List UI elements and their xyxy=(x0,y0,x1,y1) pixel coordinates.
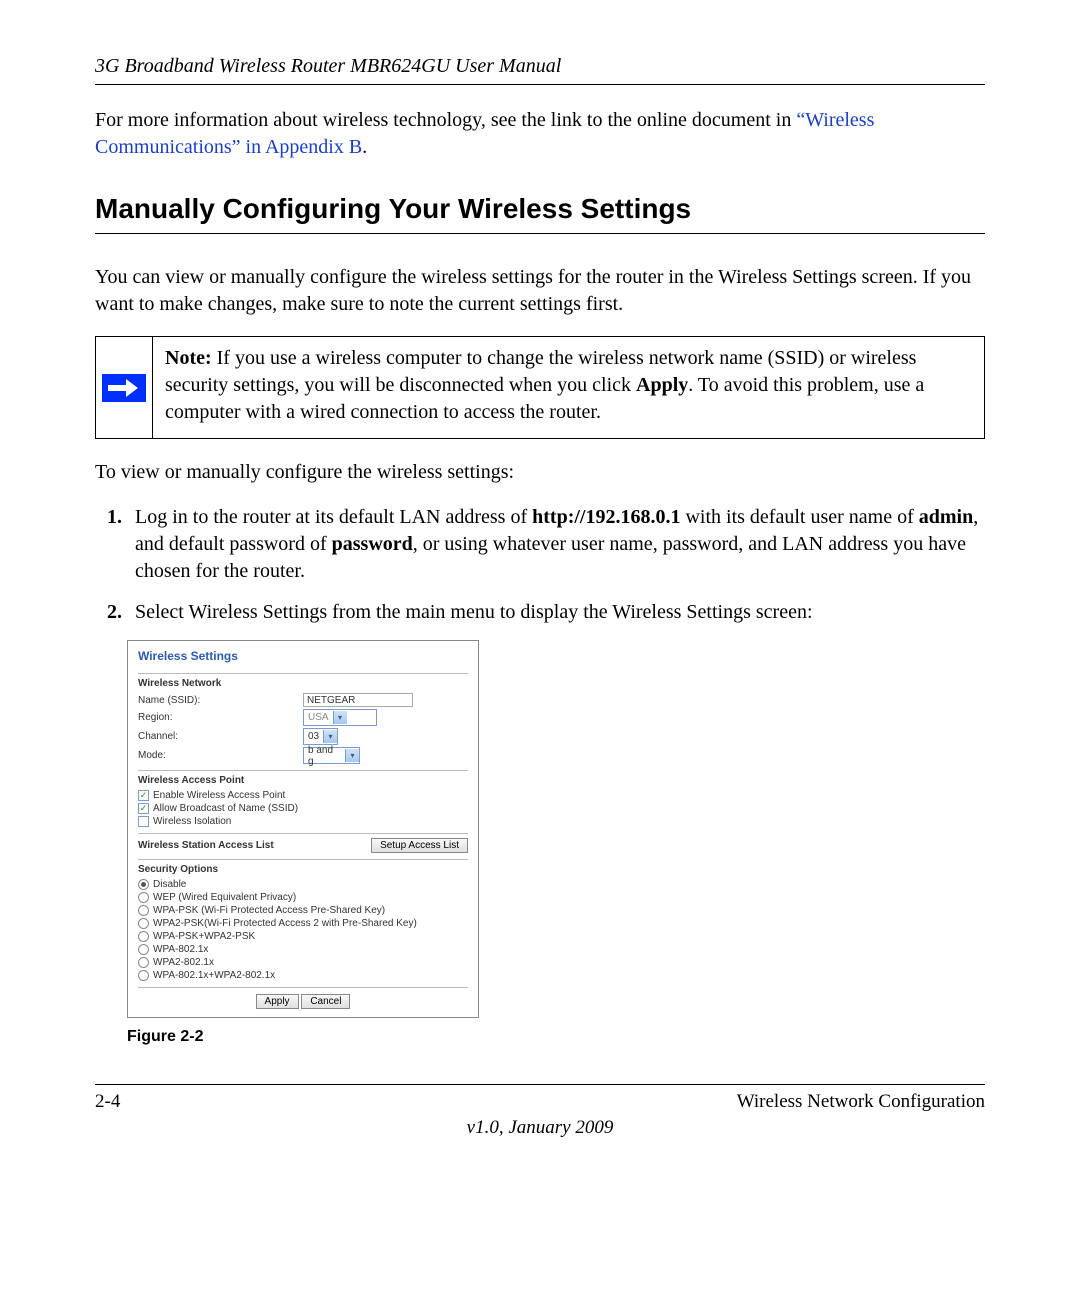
ss-security-heading: Security Options xyxy=(138,864,468,875)
note-icon-cell xyxy=(96,337,153,438)
security-wpa-8021x-radio[interactable] xyxy=(138,944,149,955)
ss-region-label: Region: xyxy=(138,712,303,723)
step1-pre: Log in to the router at its default LAN … xyxy=(135,506,532,528)
security-disable-label: Disable xyxy=(153,879,186,890)
ss-name-label: Name (SSID): xyxy=(138,695,303,706)
ss-security-section: Security Options Disable WEP (Wired Equi… xyxy=(138,859,468,981)
ss-ap-heading: Wireless Access Point xyxy=(138,775,468,786)
ss-title: Wireless Settings xyxy=(128,641,478,667)
security-wpa-wpa2-psk-label: WPA-PSK+WPA2-PSK xyxy=(153,931,255,942)
enable-ap-checkbox[interactable]: ✓ xyxy=(138,790,149,801)
footer-page-number: 2-4 xyxy=(95,1091,120,1113)
step-1: Log in to the router at its default LAN … xyxy=(127,504,985,585)
ssid-input[interactable]: NETGEAR xyxy=(303,693,413,707)
wireless-settings-screenshot: Wireless Settings Wireless Network Name … xyxy=(127,640,479,1018)
region-value: USA xyxy=(304,712,333,723)
security-wpa-psk-label: WPA-PSK (Wi-Fi Protected Access Pre-Shar… xyxy=(153,905,385,916)
setup-access-list-button[interactable]: Setup Access List xyxy=(371,838,468,853)
running-header: 3G Broadband Wireless Router MBR624GU Us… xyxy=(95,55,985,85)
ss-wireless-network-section: Wireless Network Name (SSID): NETGEAR Re… xyxy=(138,673,468,764)
ss-access-point-section: Wireless Access Point ✓ Enable Wireless … xyxy=(138,770,468,827)
chevron-down-icon: ▾ xyxy=(333,711,347,724)
broadcast-ssid-label: Allow Broadcast of Name (SSID) xyxy=(153,803,298,814)
cancel-button[interactable]: Cancel xyxy=(301,994,350,1009)
step1-mid1: with its default user name of xyxy=(680,506,918,528)
security-both-8021x-radio[interactable] xyxy=(138,970,149,981)
ss-station-heading: Wireless Station Access List xyxy=(138,840,274,851)
arrow-right-icon xyxy=(102,374,146,402)
security-wpa-psk-radio[interactable] xyxy=(138,905,149,916)
chevron-down-icon: ▾ xyxy=(323,730,337,743)
footer-version: v1.0, January 2009 xyxy=(95,1117,985,1139)
security-wpa2-psk-radio[interactable] xyxy=(138,918,149,929)
page-footer: 2-4 Wireless Network Configuration xyxy=(95,1084,985,1113)
step2-text: Select Wireless Settings from the main m… xyxy=(135,601,813,623)
footer-chapter: Wireless Network Configuration xyxy=(737,1091,985,1113)
steps-intro: To view or manually configure the wirele… xyxy=(95,459,985,486)
note-text: Note: If you use a wireless computer to … xyxy=(153,337,984,438)
security-wpa2-8021x-label: WPA2-802.1x xyxy=(153,957,214,968)
region-select[interactable]: USA ▾ xyxy=(303,709,377,726)
figure-label: Figure 2-2 xyxy=(127,1028,985,1046)
security-wep-radio[interactable] xyxy=(138,892,149,903)
wireless-isolation-checkbox[interactable] xyxy=(138,816,149,827)
intro-paragraph: For more information about wireless tech… xyxy=(95,107,985,161)
step1-password: password xyxy=(332,533,413,555)
ss-channel-label: Channel: xyxy=(138,731,303,742)
security-disable-radio[interactable] xyxy=(138,879,149,890)
ss-network-heading: Wireless Network xyxy=(138,678,468,689)
body-paragraph: You can view or manually configure the w… xyxy=(95,264,985,318)
mode-select[interactable]: b and g ▾ xyxy=(303,747,360,764)
note-apply-bold: Apply xyxy=(636,374,688,396)
wireless-isolation-label: Wireless Isolation xyxy=(153,816,231,827)
chevron-down-icon: ▾ xyxy=(345,749,359,762)
apply-button[interactable]: Apply xyxy=(256,994,299,1009)
broadcast-ssid-checkbox[interactable]: ✓ xyxy=(138,803,149,814)
step1-url: http://192.168.0.1 xyxy=(532,506,680,528)
security-both-8021x-label: WPA-802.1x+WPA2-802.1x xyxy=(153,970,275,981)
ss-mode-label: Mode: xyxy=(138,750,303,761)
intro-text-suffix: . xyxy=(362,136,367,158)
note-box: Note: If you use a wireless computer to … xyxy=(95,336,985,439)
note-label: Note: xyxy=(165,347,212,369)
steps-list: Log in to the router at its default LAN … xyxy=(95,504,985,626)
security-wpa-8021x-label: WPA-802.1x xyxy=(153,944,208,955)
intro-text-prefix: For more information about wireless tech… xyxy=(95,109,796,131)
security-wpa-wpa2-psk-radio[interactable] xyxy=(138,931,149,942)
section-heading: Manually Configuring Your Wireless Setti… xyxy=(95,193,985,234)
security-wep-label: WEP (Wired Equivalent Privacy) xyxy=(153,892,296,903)
enable-ap-label: Enable Wireless Access Point xyxy=(153,790,285,801)
channel-value: 03 xyxy=(304,731,323,742)
channel-select[interactable]: 03 ▾ xyxy=(303,728,338,745)
mode-value: b and g xyxy=(304,745,345,767)
security-wpa2-8021x-radio[interactable] xyxy=(138,957,149,968)
manual-page: 3G Broadband Wireless Router MBR624GU Us… xyxy=(0,0,1080,1179)
ss-station-access-section: Wireless Station Access List Setup Acces… xyxy=(138,833,468,853)
security-wpa2-psk-label: WPA2-PSK(Wi-Fi Protected Access 2 with P… xyxy=(153,918,417,929)
ss-button-row: Apply Cancel xyxy=(138,987,468,1017)
step1-admin: admin xyxy=(919,506,973,528)
step-2: Select Wireless Settings from the main m… xyxy=(127,599,985,626)
